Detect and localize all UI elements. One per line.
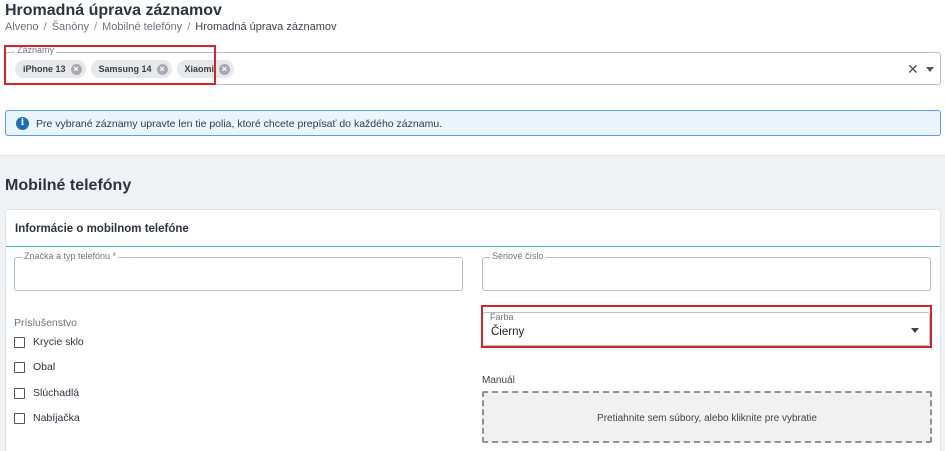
highlight-box-records [4,45,216,85]
highlight-box-color [481,305,932,348]
card-title: Informácie o mobilnom telefóne [15,223,189,235]
manual-label: Manuál [482,375,515,386]
remove-chip-icon[interactable]: × [219,63,231,75]
caret-down-icon[interactable] [926,67,934,72]
checkbox-krycie-sklo[interactable]: Krycie sklo [14,336,84,348]
checkbox-label: Obal [33,361,56,373]
checkbox-nabijacka[interactable]: Nabíjačka [14,412,80,424]
card-header: Informácie o mobilnom telefóne [6,210,940,247]
checkbox-label: Nabíjačka [33,412,80,424]
breadcrumb-item-mobilne-telefony[interactable]: Mobilné telefóny [102,21,182,33]
checkbox-box[interactable] [14,361,25,373]
close-icon[interactable]: ✕ [907,61,919,78]
serial-number-label: Sériové číslo [490,251,546,261]
checkbox-box[interactable] [14,336,25,348]
info-alert: i Pre vybrané záznamy upravte len tie po… [5,110,941,136]
checkbox-box[interactable] [14,387,25,399]
section-title: Mobilné telefóny [5,177,132,194]
brand-type-field[interactable]: Značka a typ telefónu * [14,251,463,291]
info-alert-text: Pre vybrané záznamy upravte len tie poli… [36,118,443,130]
checkbox-label: Slúchadlá [33,387,80,399]
info-icon: i [16,117,29,130]
dropzone-text: Pretiahnite sem súbory, alebo kliknite p… [597,413,817,424]
breadcrumb-item-alveno[interactable]: Alveno [5,21,39,33]
breadcrumb: Alveno / Šanóny / Mobilné telefóny / Hromadná … [5,21,337,33]
checkbox-obal[interactable]: Obal [14,361,55,373]
header-panel: Hromadná úprava záznamov Alveno / Šanóny / M… [0,0,945,156]
serial-number-field[interactable]: Sériové číslo [482,251,931,291]
brand-type-label: Značka a typ telefónu * [22,251,119,261]
breadcrumb-item-sanony[interactable]: Šanóny [52,21,89,33]
checkbox-label: Krycie sklo [33,336,84,348]
file-dropzone[interactable]: Pretiahnite sem súbory, alebo kliknite p… [482,391,932,443]
page-title: Hromadná úprava záznamov [5,2,222,19]
breadcrumb-item-current: Hromadná úprava záznamov [195,21,337,33]
accessories-label: Príslušenstvo [14,317,78,329]
checkbox-sluchadla[interactable]: Slúchadlá [14,387,79,399]
checkbox-box[interactable] [14,412,25,424]
